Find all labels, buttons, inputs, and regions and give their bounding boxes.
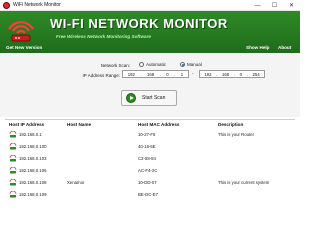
manual-radio-label: Manual (187, 62, 202, 67)
about-link[interactable]: About (278, 45, 291, 50)
app-tagline: Free Wireless Network Monitoring Softwar… (56, 34, 151, 39)
host-description: This is your current system (218, 180, 270, 185)
ip-octet[interactable]: 168 (147, 72, 154, 77)
automatic-radio-label: Automatic (146, 62, 167, 67)
maximize-button[interactable]: ☐ (266, 0, 283, 11)
title-bar: WiFi Network Monitor — ☐ ✕ (0, 0, 300, 11)
start-scan-button[interactable]: Start Scan (121, 90, 177, 106)
manual-radio[interactable]: Manual (180, 62, 202, 67)
host-mac: AC-F4-2C (138, 168, 158, 173)
table-row[interactable]: 192.168.0.100 40-16-5E (5, 142, 295, 152)
host-mac: 40-16-5E (138, 144, 156, 149)
app-icon (3, 1, 10, 9)
table-row[interactable]: 192.168.0.108 Xenamor 10-DD-07 This is y… (5, 178, 295, 188)
start-scan-label: Start Scan (142, 95, 166, 101)
host-mac: 10-27-F5 (138, 132, 156, 137)
host-mac: 10-DD-07 (138, 180, 157, 185)
router-device-icon (9, 131, 17, 138)
table-row[interactable]: 192.168.0.106 AC-F4-2C (5, 166, 295, 176)
table-header: Host IP Address Host Name Host MAC Addre… (5, 120, 295, 128)
host-ip: 192.168.0.109 (19, 192, 47, 197)
ip-range-label: IP Address Range: (82, 73, 120, 78)
ip-octet[interactable]: 168 (222, 72, 229, 77)
host-ip: 192.168.0.1 (19, 132, 42, 137)
ip-octet[interactable]: 254 (253, 72, 260, 77)
scan-controls-panel: Network Scan: Automatic Manual IP Addres… (0, 53, 300, 117)
host-mac: BE-DC-E7 (138, 192, 159, 197)
column-header-mac[interactable]: Host MAC Address (138, 122, 179, 127)
ip-octet[interactable]: 1 (181, 72, 183, 77)
hosts-table: Host IP Address Host Name Host MAC Addre… (5, 119, 295, 200)
column-header-ip[interactable]: Host IP Address (9, 122, 44, 127)
router-device-icon (9, 167, 17, 174)
host-name: Xenamor (67, 180, 85, 185)
host-ip: 192.168.0.100 (19, 144, 47, 149)
table-row[interactable]: 192.168.0.1 10-27-F5 This is your Router (5, 130, 295, 140)
app-banner: WI-FI NETWORK MONITOR Free Wireless Netw… (0, 11, 300, 53)
ip-octet[interactable]: 0 (166, 72, 168, 77)
column-header-name[interactable]: Host Name (67, 122, 91, 127)
ip-octet[interactable]: 0 (240, 72, 242, 77)
host-ip: 192.168.0.103 (19, 156, 47, 161)
router-device-icon (9, 179, 17, 186)
radio-unchecked-icon (139, 62, 144, 67)
column-header-description[interactable]: Description (218, 122, 243, 127)
ip-range-separator: - (192, 71, 194, 76)
router-device-icon (9, 143, 17, 150)
minimize-button[interactable]: — (249, 0, 266, 11)
close-button[interactable]: ✕ (283, 0, 300, 11)
show-help-link[interactable]: Show Help (246, 45, 269, 50)
radio-checked-icon (180, 62, 185, 67)
host-ip: 192.168.0.106 (19, 168, 47, 173)
router-device-icon (9, 191, 17, 198)
host-ip: 192.168.0.108 (19, 180, 47, 185)
play-icon (126, 93, 136, 103)
ip-octet[interactable]: 192 (128, 72, 135, 77)
host-description: This is your Router (218, 132, 255, 137)
ip-octet[interactable]: 192 (204, 72, 211, 77)
ip-range-start-field[interactable]: 192. 168. 0. 1 (122, 70, 189, 78)
app-brand-title: WI-FI NETWORK MONITOR (50, 16, 228, 31)
table-row[interactable]: 192.168.0.109 BE-DC-E7 (5, 190, 295, 200)
table-row[interactable]: 192.168.0.103 C2-58-84 (5, 154, 295, 164)
host-mac: C2-58-84 (138, 156, 156, 161)
network-scan-label: Network Scan: (100, 63, 130, 68)
red-wifi-router-icon (8, 21, 34, 42)
automatic-radio[interactable]: Automatic (139, 62, 166, 67)
window-title: WiFi Network Monitor (13, 2, 61, 8)
router-device-icon (9, 155, 17, 162)
ip-range-end-field[interactable]: 192. 168. 0. 254 (199, 70, 265, 78)
get-new-version-link[interactable]: Get New Version (6, 45, 42, 50)
